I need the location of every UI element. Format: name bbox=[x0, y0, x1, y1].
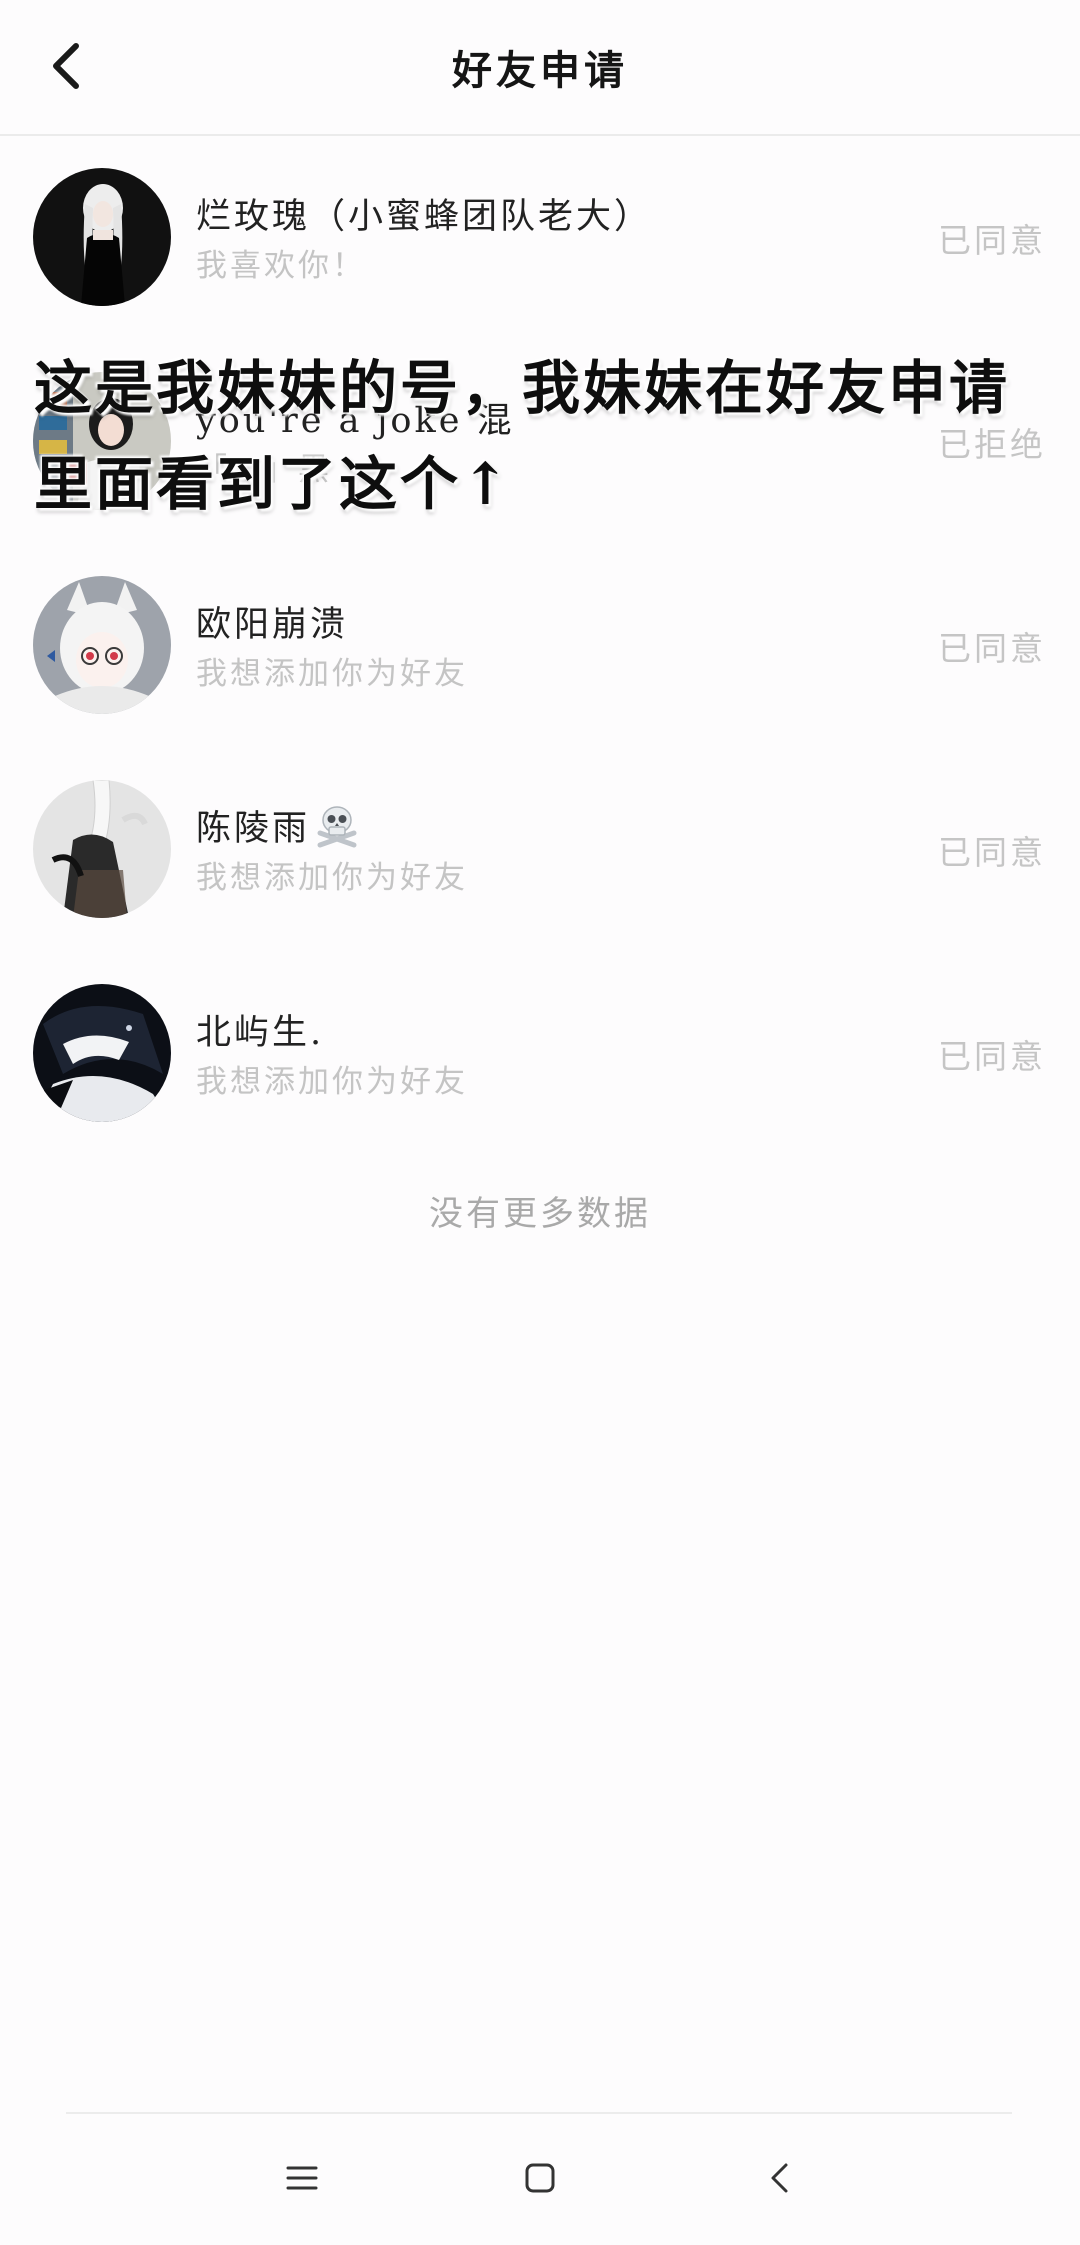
avatar[interactable] bbox=[33, 780, 171, 918]
system-navigation-bar bbox=[0, 2114, 1080, 2245]
caption-line: 里面看到了这个↑ bbox=[34, 450, 513, 518]
system-back-button[interactable] bbox=[744, 2142, 816, 2214]
requester-name: 烂玫瑰（小蜜蜂团队老大） bbox=[196, 197, 653, 237]
friend-request-item[interactable]: 欧阳崩溃 我想添加你为好友 已同意 bbox=[0, 544, 1080, 748]
request-message: 我想添加你为好友 bbox=[196, 860, 468, 896]
avatar[interactable] bbox=[33, 168, 171, 306]
friend-request-item[interactable]: 陈陵雨 我想添加你为好友 已同意 bbox=[0, 748, 1080, 952]
friend-request-item[interactable]: 烂玫瑰（小蜜蜂团队老大） 我喜欢你！ 已同意 bbox=[0, 136, 1080, 340]
avatar[interactable] bbox=[33, 984, 171, 1122]
friend-request-item[interactable]: 北屿生. 我想添加你为好友 已同意 bbox=[0, 952, 1080, 1156]
request-status: 已同意 bbox=[938, 629, 1046, 668]
top-bar: 好友申请 bbox=[0, 0, 1080, 136]
skull-crossbones-icon bbox=[314, 803, 360, 858]
friend-requests-screen: 好友申请 烂玫瑰（小蜜蜂团队老大） 我喜欢你！ 已同意 you're a jok… bbox=[0, 0, 1080, 2245]
avatar[interactable] bbox=[33, 576, 171, 714]
request-message: 我想添加你为好友 bbox=[196, 656, 468, 692]
requester-name-text: 陈陵雨 bbox=[196, 809, 311, 849]
request-message: 我喜欢你！ bbox=[196, 248, 366, 284]
caption-line: 这是我妹妹的号，我妹妹在好友申请 bbox=[34, 354, 1011, 422]
menu-icon bbox=[286, 2166, 318, 2190]
request-status: 已同意 bbox=[938, 1037, 1046, 1076]
recent-apps-button[interactable] bbox=[266, 2142, 338, 2214]
no-more-data-label: 没有更多数据 bbox=[429, 1194, 651, 1234]
request-status: 已同意 bbox=[938, 833, 1046, 872]
page-title: 好友申请 bbox=[452, 47, 628, 94]
home-square-icon bbox=[525, 2163, 555, 2193]
request-status: 已同意 bbox=[938, 221, 1046, 260]
requester-name: 北屿生. bbox=[196, 1013, 325, 1053]
request-message: 我想添加你为好友 bbox=[196, 1064, 468, 1100]
requester-name: 欧阳崩溃 bbox=[196, 605, 349, 645]
back-chevron-icon bbox=[771, 2163, 788, 2193]
requester-name: 陈陵雨 bbox=[196, 800, 360, 858]
overlay-caption: 这是我妹妹的号，我妹妹在好友申请 里面看到了这个↑ bbox=[34, 340, 1074, 532]
home-button[interactable] bbox=[504, 2142, 576, 2214]
